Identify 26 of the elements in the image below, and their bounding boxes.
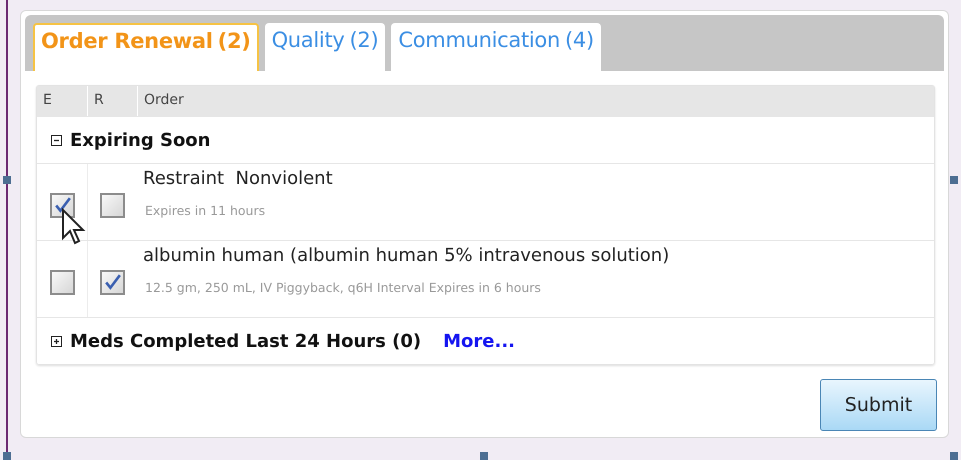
checkbox[interactable] (50, 192, 74, 218)
tab[interactable]: Order Renewal (2) (33, 23, 259, 71)
tab[interactable]: Communication (4) (391, 23, 601, 71)
order-name: Restraint Nonviolent (143, 168, 334, 189)
resize-handle[interactable] (3, 176, 11, 184)
resize-handle[interactable] (480, 452, 488, 460)
column-header: Order (137, 86, 934, 116)
tab[interactable]: Quality (2) (264, 23, 386, 71)
resize-handle[interactable] (3, 452, 11, 460)
order-details: 12.5 gm, 250 mL, IV Piggyback, q6H Interval Expires in 6 hours (144, 280, 542, 295)
collapse-icon[interactable] (51, 134, 62, 146)
column-header: R (87, 86, 137, 116)
resize-handle[interactable] (950, 176, 958, 184)
more-link[interactable]: More... (443, 330, 516, 352)
order-name: albumin human (albumin human 5% intravenous solution) (143, 245, 670, 266)
resize-handle[interactable] (950, 452, 958, 460)
group-title: Expiring Soon (70, 130, 210, 150)
checkbox[interactable] (100, 192, 125, 218)
mouse-cursor-icon (61, 208, 87, 246)
checkbox[interactable] (50, 270, 74, 294)
column-header: E (42, 91, 53, 110)
submit-button[interactable]: Submit (820, 379, 937, 431)
expand-icon[interactable] (51, 336, 62, 346)
checkbox[interactable] (100, 270, 125, 294)
group-title: Meds Completed Last 24 Hours (0) (70, 330, 422, 352)
order-details: Expires in 11 hours (144, 203, 266, 218)
